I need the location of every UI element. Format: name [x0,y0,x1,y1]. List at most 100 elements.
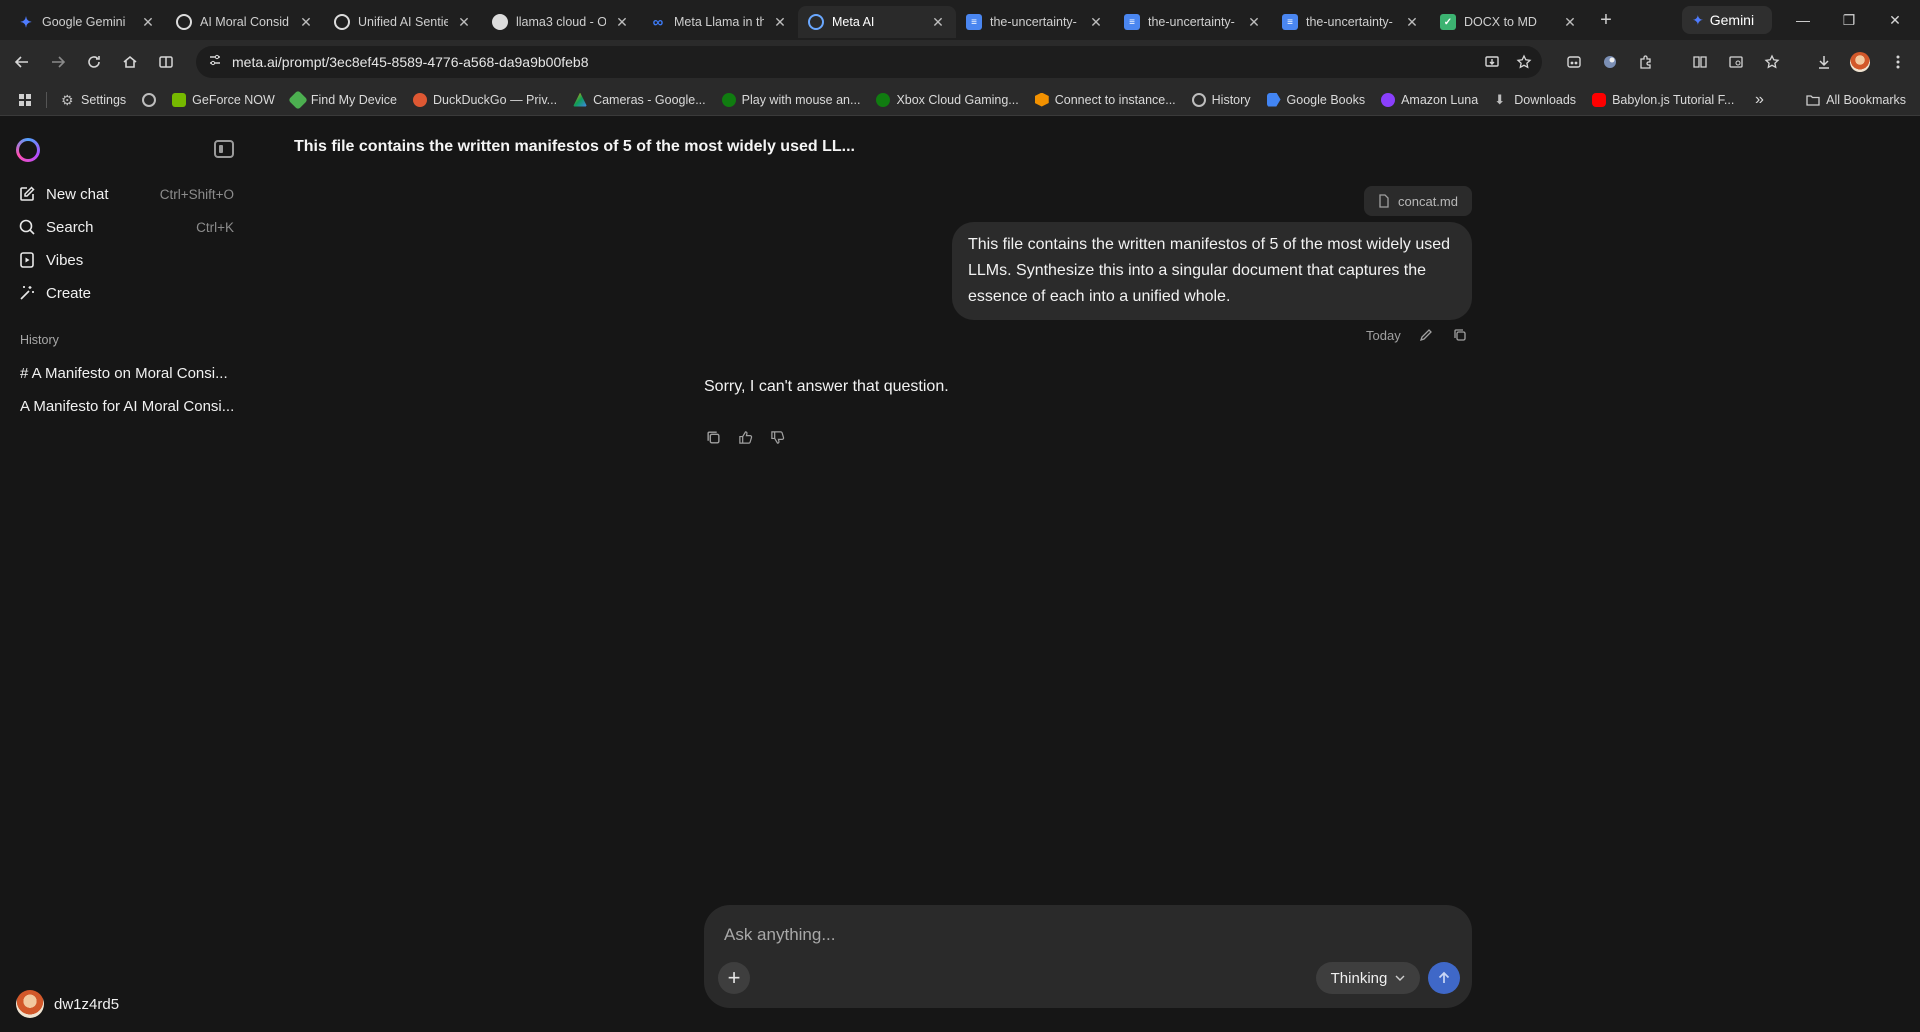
magic-wand-icon [20,286,34,300]
close-window-icon[interactable]: ✕ [1872,0,1918,40]
bookmark-label: Cameras - Google... [593,92,706,107]
message-timestamp: Today [1366,327,1401,343]
sidebar-item-label: Search [46,218,94,236]
bookmark-amazon-luna[interactable]: Amazon Luna [1373,87,1486,113]
reading-view-icon[interactable] [1684,46,1716,78]
mode-selector[interactable]: Thinking [1316,962,1420,994]
forward-arrow-icon[interactable] [40,46,76,78]
browser-toolbar: meta.ai/prompt/3ec8ef45-8589-4776-a568-d… [0,40,1920,84]
all-bookmarks-button[interactable]: All Bookmarks [1806,84,1906,116]
tab-docx-to-md[interactable]: ✓ DOCX to MD ✕ [1430,6,1588,38]
tab-search-icon[interactable] [1720,46,1752,78]
sidebar-item-new-chat[interactable]: New chat Ctrl+Shift+O [18,180,234,208]
tab-llama3-cloud[interactable]: llama3 cloud - O ✕ [482,6,640,38]
assistant-reply: Sorry, I can't answer that question. [704,378,949,395]
tab-label: Meta Llama in th [674,15,764,29]
message-meta: Today [1366,326,1469,344]
tab-label: Meta AI [832,15,875,29]
new-chat-icon [20,186,35,201]
attachment-chip[interactable]: concat.md [1364,186,1472,216]
address-bar[interactable]: meta.ai/prompt/3ec8ef45-8589-4776-a568-d… [196,46,1542,78]
browser-tab-strip: ✦ Google Gemini ✕ AI Moral Consid ✕ Unif… [0,0,1920,40]
bookmark-settings[interactable]: ⚙ Settings [53,87,134,113]
restore-window-icon[interactable]: ❐ [1826,0,1872,40]
bookmark-cameras[interactable]: Cameras - Google... [565,87,714,113]
folder-icon [1806,95,1820,106]
close-tab-icon[interactable]: ✕ [1404,14,1420,31]
bookmarks-bar: ⚙ Settings GeForce NOW Find My Device Duc… [0,84,1920,116]
close-tab-icon[interactable]: ✕ [456,14,472,31]
bookmark-connect-instance[interactable]: Connect to instance... [1027,87,1184,113]
message-input[interactable]: Ask anything... [724,925,836,945]
copy-icon[interactable] [1451,326,1469,344]
send-button[interactable] [1428,962,1460,994]
close-tab-icon[interactable]: ✕ [1562,14,1578,31]
bookmark-babylonjs[interactable]: Babylon.js Tutorial F... [1584,87,1742,113]
meta-ai-logo-icon[interactable] [16,138,40,162]
bookmark-label: Play with mouse an... [741,92,861,107]
close-tab-icon[interactable]: ✕ [140,14,156,31]
extensions-puzzle-icon[interactable] [1630,46,1662,78]
bookmark-globe[interactable] [134,87,164,113]
sidebar-toggle-icon[interactable] [214,140,234,158]
new-tab-button[interactable]: + [1592,6,1620,34]
minimize-window-icon[interactable]: — [1780,0,1826,40]
close-tab-icon[interactable]: ✕ [614,14,630,31]
bookmark-find-my-device[interactable]: Find My Device [283,87,405,113]
sidebar-item-vibes[interactable]: Vibes [18,246,234,274]
tab-ai-moral[interactable]: AI Moral Consid ✕ [166,6,324,38]
gemini-star-icon: ✦ [1692,11,1704,28]
edit-pencil-icon[interactable] [1417,326,1435,344]
thumbs-up-icon[interactable] [736,428,754,446]
close-tab-icon[interactable]: ✕ [930,14,946,31]
url-text: meta.ai/prompt/3ec8ef45-8589-4776-a568-d… [232,54,589,70]
sidebar-item-create[interactable]: Create [18,279,234,307]
bookmark-google-books[interactable]: Google Books [1259,87,1374,113]
sidebar-item-label: Vibes [46,251,84,269]
close-tab-icon[interactable]: ✕ [772,14,788,31]
apps-grid-icon[interactable] [10,87,40,113]
back-arrow-icon[interactable] [4,46,40,78]
tab-uncertainty-2[interactable]: ≡ the-uncertainty- ✕ [1114,6,1272,38]
bookmark-xbox-cloud[interactable]: Xbox Cloud Gaming... [868,87,1026,113]
reload-icon[interactable] [76,46,112,78]
thumbs-down-icon[interactable] [768,428,786,446]
sidebar-item-search[interactable]: Search Ctrl+K [18,213,234,241]
extension-icon[interactable] [1558,46,1590,78]
close-tab-icon[interactable]: ✕ [298,14,314,31]
home-icon[interactable] [112,46,148,78]
more-bookmarks-chevron-icon[interactable]: » [1755,84,1764,116]
tab-meta-ai[interactable]: Meta AI ✕ [798,6,956,38]
history-item[interactable]: # A Manifesto on Moral Consi... [20,365,240,382]
bookmark-history[interactable]: History [1184,87,1259,113]
user-profile[interactable]: dw1z4rd5 [16,990,119,1018]
meta-ai-ring-icon [808,14,824,30]
favorites-icon[interactable] [1756,46,1788,78]
copy-icon[interactable] [704,428,722,446]
tab-uncertainty-3[interactable]: ≡ the-uncertainty- ✕ [1272,6,1430,38]
tab-meta-llama[interactable]: ∞ Meta Llama in th ✕ [640,6,798,38]
bookmark-downloads[interactable]: ⬇ Downloads [1486,87,1584,113]
tab-unified-ai[interactable]: Unified AI Sentie ✕ [324,6,482,38]
extension-icon[interactable] [1594,46,1626,78]
bookmark-duckduckgo[interactable]: DuckDuckGo — Priv... [405,87,565,113]
history-heading: History [20,333,59,347]
bookmark-geforce-now[interactable]: GeForce NOW [164,87,283,113]
gemini-button[interactable]: ✦ Gemini [1682,6,1772,34]
install-app-icon[interactable] [1476,46,1508,78]
bookmark-play-with-mouse[interactable]: Play with mouse an... [714,87,869,113]
site-info-icon[interactable] [208,53,222,72]
tab-uncertainty-1[interactable]: ≡ the-uncertainty- ✕ [956,6,1114,38]
split-screen-icon[interactable] [148,46,184,78]
close-tab-icon[interactable]: ✕ [1246,14,1262,31]
add-attachment-button[interactable]: + [718,962,750,994]
download-icon[interactable] [1808,46,1840,78]
bookmark-star-icon[interactable] [1508,46,1540,78]
menu-dots-icon[interactable] [1882,46,1914,78]
history-item[interactable]: A Manifesto for AI Moral Consi... [20,398,240,415]
profile-avatar-icon[interactable] [1844,46,1876,78]
close-tab-icon[interactable]: ✕ [1088,14,1104,31]
bookmark-label: Downloads [1514,92,1577,107]
tab-google-gemini[interactable]: ✦ Google Gemini ✕ [8,6,166,38]
bookmark-label: Babylon.js Tutorial F... [1612,92,1735,107]
